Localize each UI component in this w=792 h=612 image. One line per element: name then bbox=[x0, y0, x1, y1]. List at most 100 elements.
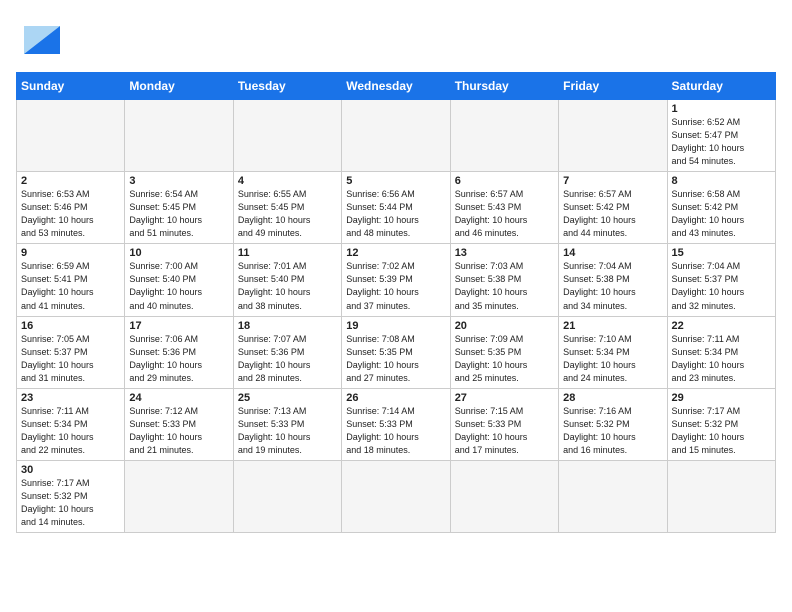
day-cell bbox=[667, 460, 775, 532]
day-info: Sunrise: 7:07 AM Sunset: 5:36 PM Dayligh… bbox=[238, 333, 337, 385]
day-info: Sunrise: 7:03 AM Sunset: 5:38 PM Dayligh… bbox=[455, 260, 554, 312]
day-info: Sunrise: 7:13 AM Sunset: 5:33 PM Dayligh… bbox=[238, 405, 337, 457]
week-row-5: 23Sunrise: 7:11 AM Sunset: 5:34 PM Dayli… bbox=[17, 388, 776, 460]
day-cell: 1Sunrise: 6:52 AM Sunset: 5:47 PM Daylig… bbox=[667, 100, 775, 172]
day-number: 8 bbox=[672, 175, 771, 187]
day-number: 15 bbox=[672, 247, 771, 259]
day-number: 16 bbox=[21, 320, 120, 332]
col-header-sunday: Sunday bbox=[17, 73, 125, 100]
day-info: Sunrise: 7:10 AM Sunset: 5:34 PM Dayligh… bbox=[563, 333, 662, 385]
day-cell: 4Sunrise: 6:55 AM Sunset: 5:45 PM Daylig… bbox=[233, 172, 341, 244]
day-info: Sunrise: 6:57 AM Sunset: 5:43 PM Dayligh… bbox=[455, 188, 554, 240]
day-number: 13 bbox=[455, 247, 554, 259]
week-row-2: 2Sunrise: 6:53 AM Sunset: 5:46 PM Daylig… bbox=[17, 172, 776, 244]
col-header-saturday: Saturday bbox=[667, 73, 775, 100]
day-cell: 23Sunrise: 7:11 AM Sunset: 5:34 PM Dayli… bbox=[17, 388, 125, 460]
day-number: 20 bbox=[455, 320, 554, 332]
day-info: Sunrise: 6:55 AM Sunset: 5:45 PM Dayligh… bbox=[238, 188, 337, 240]
col-header-friday: Friday bbox=[559, 73, 667, 100]
day-info: Sunrise: 7:11 AM Sunset: 5:34 PM Dayligh… bbox=[21, 405, 120, 457]
day-cell: 21Sunrise: 7:10 AM Sunset: 5:34 PM Dayli… bbox=[559, 316, 667, 388]
day-info: Sunrise: 7:16 AM Sunset: 5:32 PM Dayligh… bbox=[563, 405, 662, 457]
calendar-table: SundayMondayTuesdayWednesdayThursdayFrid… bbox=[16, 72, 776, 533]
day-cell: 20Sunrise: 7:09 AM Sunset: 5:35 PM Dayli… bbox=[450, 316, 558, 388]
day-info: Sunrise: 7:11 AM Sunset: 5:34 PM Dayligh… bbox=[672, 333, 771, 385]
day-info: Sunrise: 7:14 AM Sunset: 5:33 PM Dayligh… bbox=[346, 405, 445, 457]
day-cell: 26Sunrise: 7:14 AM Sunset: 5:33 PM Dayli… bbox=[342, 388, 450, 460]
week-row-6: 30Sunrise: 7:17 AM Sunset: 5:32 PM Dayli… bbox=[17, 460, 776, 532]
day-cell bbox=[450, 460, 558, 532]
day-cell: 9Sunrise: 6:59 AM Sunset: 5:41 PM Daylig… bbox=[17, 244, 125, 316]
day-cell bbox=[342, 100, 450, 172]
day-number: 2 bbox=[21, 175, 120, 187]
day-cell: 2Sunrise: 6:53 AM Sunset: 5:46 PM Daylig… bbox=[17, 172, 125, 244]
day-info: Sunrise: 6:53 AM Sunset: 5:46 PM Dayligh… bbox=[21, 188, 120, 240]
day-info: Sunrise: 7:08 AM Sunset: 5:35 PM Dayligh… bbox=[346, 333, 445, 385]
day-cell: 30Sunrise: 7:17 AM Sunset: 5:32 PM Dayli… bbox=[17, 460, 125, 532]
day-cell: 5Sunrise: 6:56 AM Sunset: 5:44 PM Daylig… bbox=[342, 172, 450, 244]
day-number: 10 bbox=[129, 247, 228, 259]
day-cell: 11Sunrise: 7:01 AM Sunset: 5:40 PM Dayli… bbox=[233, 244, 341, 316]
logo bbox=[16, 16, 70, 60]
calendar-header-row: SundayMondayTuesdayWednesdayThursdayFrid… bbox=[17, 73, 776, 100]
day-cell bbox=[233, 100, 341, 172]
day-info: Sunrise: 7:12 AM Sunset: 5:33 PM Dayligh… bbox=[129, 405, 228, 457]
day-info: Sunrise: 7:06 AM Sunset: 5:36 PM Dayligh… bbox=[129, 333, 228, 385]
day-number: 23 bbox=[21, 392, 120, 404]
day-number: 9 bbox=[21, 247, 120, 259]
week-row-4: 16Sunrise: 7:05 AM Sunset: 5:37 PM Dayli… bbox=[17, 316, 776, 388]
day-info: Sunrise: 6:54 AM Sunset: 5:45 PM Dayligh… bbox=[129, 188, 228, 240]
day-cell bbox=[559, 460, 667, 532]
day-cell: 28Sunrise: 7:16 AM Sunset: 5:32 PM Dayli… bbox=[559, 388, 667, 460]
day-info: Sunrise: 7:17 AM Sunset: 5:32 PM Dayligh… bbox=[21, 477, 120, 529]
day-number: 18 bbox=[238, 320, 337, 332]
day-cell bbox=[559, 100, 667, 172]
day-number: 7 bbox=[563, 175, 662, 187]
day-info: Sunrise: 7:09 AM Sunset: 5:35 PM Dayligh… bbox=[455, 333, 554, 385]
day-cell: 19Sunrise: 7:08 AM Sunset: 5:35 PM Dayli… bbox=[342, 316, 450, 388]
day-cell: 15Sunrise: 7:04 AM Sunset: 5:37 PM Dayli… bbox=[667, 244, 775, 316]
day-number: 5 bbox=[346, 175, 445, 187]
day-cell: 8Sunrise: 6:58 AM Sunset: 5:42 PM Daylig… bbox=[667, 172, 775, 244]
day-number: 30 bbox=[21, 464, 120, 476]
col-header-thursday: Thursday bbox=[450, 73, 558, 100]
day-cell: 22Sunrise: 7:11 AM Sunset: 5:34 PM Dayli… bbox=[667, 316, 775, 388]
week-row-1: 1Sunrise: 6:52 AM Sunset: 5:47 PM Daylig… bbox=[17, 100, 776, 172]
col-header-wednesday: Wednesday bbox=[342, 73, 450, 100]
day-info: Sunrise: 7:04 AM Sunset: 5:38 PM Dayligh… bbox=[563, 260, 662, 312]
day-cell bbox=[125, 460, 233, 532]
day-cell bbox=[450, 100, 558, 172]
day-cell: 3Sunrise: 6:54 AM Sunset: 5:45 PM Daylig… bbox=[125, 172, 233, 244]
day-info: Sunrise: 7:17 AM Sunset: 5:32 PM Dayligh… bbox=[672, 405, 771, 457]
day-cell bbox=[233, 460, 341, 532]
day-info: Sunrise: 6:52 AM Sunset: 5:47 PM Dayligh… bbox=[672, 116, 771, 168]
day-number: 26 bbox=[346, 392, 445, 404]
day-cell: 24Sunrise: 7:12 AM Sunset: 5:33 PM Dayli… bbox=[125, 388, 233, 460]
col-header-monday: Monday bbox=[125, 73, 233, 100]
day-info: Sunrise: 6:56 AM Sunset: 5:44 PM Dayligh… bbox=[346, 188, 445, 240]
day-number: 14 bbox=[563, 247, 662, 259]
day-number: 4 bbox=[238, 175, 337, 187]
day-cell: 13Sunrise: 7:03 AM Sunset: 5:38 PM Dayli… bbox=[450, 244, 558, 316]
day-cell: 12Sunrise: 7:02 AM Sunset: 5:39 PM Dayli… bbox=[342, 244, 450, 316]
col-header-tuesday: Tuesday bbox=[233, 73, 341, 100]
day-cell: 7Sunrise: 6:57 AM Sunset: 5:42 PM Daylig… bbox=[559, 172, 667, 244]
day-info: Sunrise: 6:57 AM Sunset: 5:42 PM Dayligh… bbox=[563, 188, 662, 240]
day-number: 27 bbox=[455, 392, 554, 404]
day-cell: 25Sunrise: 7:13 AM Sunset: 5:33 PM Dayli… bbox=[233, 388, 341, 460]
day-cell bbox=[17, 100, 125, 172]
day-info: Sunrise: 7:00 AM Sunset: 5:40 PM Dayligh… bbox=[129, 260, 228, 312]
day-number: 24 bbox=[129, 392, 228, 404]
day-number: 28 bbox=[563, 392, 662, 404]
day-info: Sunrise: 6:59 AM Sunset: 5:41 PM Dayligh… bbox=[21, 260, 120, 312]
day-number: 3 bbox=[129, 175, 228, 187]
week-row-3: 9Sunrise: 6:59 AM Sunset: 5:41 PM Daylig… bbox=[17, 244, 776, 316]
page-header bbox=[16, 16, 776, 60]
day-cell: 16Sunrise: 7:05 AM Sunset: 5:37 PM Dayli… bbox=[17, 316, 125, 388]
day-cell: 6Sunrise: 6:57 AM Sunset: 5:43 PM Daylig… bbox=[450, 172, 558, 244]
logo-icon bbox=[16, 16, 68, 60]
day-number: 17 bbox=[129, 320, 228, 332]
day-number: 1 bbox=[672, 103, 771, 115]
day-cell: 10Sunrise: 7:00 AM Sunset: 5:40 PM Dayli… bbox=[125, 244, 233, 316]
day-number: 29 bbox=[672, 392, 771, 404]
